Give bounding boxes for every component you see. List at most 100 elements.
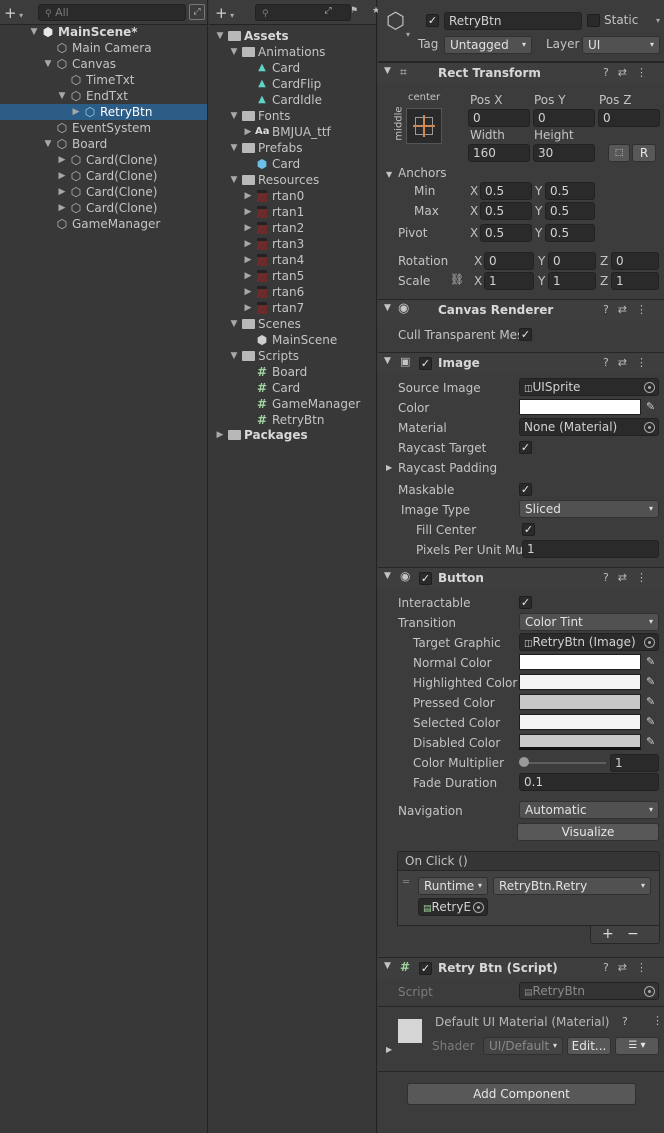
create-button[interactable]: + ▾ (4, 4, 23, 22)
add-component-button[interactable]: Add Component (407, 1083, 636, 1105)
anchor-max-y-field[interactable]: 0.5 (545, 202, 595, 220)
function-dropdown[interactable]: RetryBtn.Retry ▾ (493, 877, 651, 895)
fade-duration-field[interactable]: 0.1 (519, 773, 659, 791)
project-item[interactable]: ▶ Packages (209, 427, 376, 443)
foldout-arrow-icon[interactable]: ▶ (243, 300, 253, 316)
static-checkbox[interactable] (587, 14, 600, 27)
foldout-arrow-icon[interactable]: ▼ (229, 140, 239, 156)
anchor-max-x-field[interactable]: 0.5 (480, 202, 532, 220)
project-item[interactable]: # Card (209, 380, 376, 396)
hierarchy-item[interactable]: ▶ ⬡ Card(Clone) (0, 200, 207, 216)
canvas-renderer-header[interactable]: ▼ ◉ Canvas Renderer ?⇄⋮ (378, 299, 664, 321)
component-menu-icons[interactable]: ?⇄⋮ (603, 66, 656, 79)
object-picker-icon[interactable] (644, 422, 655, 433)
object-picker-icon[interactable] (644, 986, 655, 997)
foldout-arrow-icon[interactable]: ▶ (243, 252, 253, 268)
hierarchy-item[interactable]: ▼ ⬡ EndTxt (0, 88, 207, 104)
scale-x-field[interactable]: 1 (484, 272, 534, 290)
visualize-button[interactable]: Visualize (517, 823, 659, 841)
project-item[interactable]: ▲ Card (209, 60, 376, 76)
foldout-arrow-icon[interactable]: ▶ (243, 124, 253, 140)
foldout-arrow-icon[interactable]: ▶ (243, 236, 253, 252)
drag-handle-icon[interactable]: ═ (403, 877, 409, 888)
navigation-dropdown[interactable]: Automatic ▾ (519, 801, 659, 819)
active-checkbox[interactable]: ✓ (426, 14, 439, 27)
blueprint-mode-button[interactable]: ⬚ (608, 144, 630, 162)
foldout-arrow-icon[interactable]: ▼ (229, 348, 239, 364)
static-dropdown-icon[interactable]: ▾ (656, 16, 660, 25)
shader-options-button[interactable]: ☰ ▾ (615, 1037, 659, 1055)
pivot-x-field[interactable]: 0.5 (480, 224, 532, 242)
material-field[interactable]: None (Material) (519, 418, 659, 436)
foldout-arrow-icon[interactable]: ▶ (243, 268, 253, 284)
object-picker-icon[interactable] (644, 382, 655, 393)
project-item[interactable]: # GameManager (209, 396, 376, 412)
raw-edit-button[interactable]: R (632, 144, 656, 162)
object-name-field[interactable]: RetryBtn (444, 12, 582, 30)
width-field[interactable]: 160 (468, 144, 530, 162)
project-item[interactable]: ▼ Scripts (209, 348, 376, 364)
foldout-arrow-icon[interactable]: ▶ (57, 184, 67, 200)
raycast-target-checkbox[interactable]: ✓ (519, 441, 532, 454)
project-item[interactable]: ▼ Scenes (209, 316, 376, 332)
height-field[interactable]: 30 (533, 144, 595, 162)
hierarchy-item[interactable]: ⬡ TimeTxt (0, 72, 207, 88)
eyedropper-icon[interactable]: ✎ (646, 675, 655, 688)
rect-transform-header[interactable]: ▼ ⌗ Rect Transform ?⇄⋮ (378, 62, 664, 84)
pressed-color-swatch[interactable] (519, 694, 641, 710)
anchors-foldout-icon[interactable]: ▼ (386, 170, 392, 179)
project-item[interactable]: ▲ CardFlip (209, 76, 376, 92)
tag-dropdown[interactable]: Untagged ▾ (444, 36, 532, 54)
hierarchy-item[interactable]: ▼ ⬢ MainScene* (0, 24, 207, 40)
foldout-arrow-icon[interactable]: ▼ (384, 303, 391, 313)
foldout-arrow-icon[interactable]: ▶ (215, 427, 225, 443)
project-item[interactable]: ⬢ MainScene (209, 332, 376, 348)
project-item[interactable]: ▶ rtan4 (209, 252, 376, 268)
object-picker-icon[interactable] (644, 637, 655, 648)
pivot-y-field[interactable]: 0.5 (545, 224, 595, 242)
foldout-arrow-icon[interactable]: ▶ (57, 168, 67, 184)
hierarchy-item[interactable]: ▶ ⬡ Card(Clone) (0, 184, 207, 200)
hierarchy-item[interactable]: ▶ ⬡ Card(Clone) (0, 168, 207, 184)
rot-z-field[interactable]: 0 (611, 252, 659, 270)
eyedropper-icon[interactable]: ✎ (646, 735, 655, 748)
project-search-input[interactable]: ⚲ (255, 4, 351, 21)
project-item[interactable]: ▶ Aa BMJUA_ttf (209, 124, 376, 140)
eyedropper-icon[interactable]: ✎ (646, 400, 655, 413)
hierarchy-item[interactable]: ⬡ EventSystem (0, 120, 207, 136)
pos-x-field[interactable]: 0 (468, 109, 530, 127)
retry-script-header[interactable]: ▼ # ✓ Retry Btn (Script) ?⇄⋮ (378, 957, 664, 979)
layer-dropdown[interactable]: UI ▾ (582, 36, 660, 54)
object-picker-icon[interactable] (473, 902, 484, 913)
multiplier-slider-track[interactable] (524, 762, 606, 764)
edit-shader-button[interactable]: Edit... (567, 1037, 611, 1055)
component-menu-icons[interactable]: ?⇄⋮ (603, 303, 656, 316)
project-item[interactable]: ▼ Fonts (209, 108, 376, 124)
project-item[interactable]: ⬢ Card (209, 156, 376, 172)
image-enabled-checkbox[interactable]: ✓ (419, 357, 432, 370)
maskable-checkbox[interactable]: ✓ (519, 483, 532, 496)
remove-event-button[interactable]: − (627, 926, 639, 942)
foldout-arrow-icon[interactable]: ▼ (57, 88, 67, 104)
component-menu-icons[interactable]: ?⇄⋮ (603, 356, 656, 369)
runtime-dropdown[interactable]: Runtime ▾ (418, 877, 488, 895)
hierarchy-search-input[interactable]: ⚲ All (38, 4, 186, 21)
shader-dropdown[interactable]: UI/Default ▾ (483, 1037, 563, 1055)
button-header[interactable]: ▼ ◉ ✓ Button ?⇄⋮ (378, 567, 664, 589)
project-item[interactable]: ▼ Assets (209, 28, 376, 44)
disabled-color-swatch[interactable] (519, 734, 641, 750)
project-item[interactable]: ▶ rtan7 (209, 300, 376, 316)
project-create-button[interactable]: + ▾ (215, 4, 234, 22)
foldout-arrow-icon[interactable]: ▼ (43, 56, 53, 72)
pixels-per-unit-field[interactable]: 1 (522, 540, 659, 558)
target-graphic-field[interactable]: ◫RetryBtn (Image) (519, 633, 659, 651)
foldout-arrow-icon[interactable]: ▶ (57, 152, 67, 168)
hierarchy-item[interactable]: ▼ ⬡ Board (0, 136, 207, 152)
color-swatch[interactable] (519, 399, 641, 415)
component-menu-icons[interactable]: ?⇄⋮ (603, 961, 656, 974)
image-type-dropdown[interactable]: Sliced ▾ (519, 500, 659, 518)
selected-color-swatch[interactable] (519, 714, 641, 730)
foldout-arrow-icon[interactable]: ▶ (243, 284, 253, 300)
normal-color-swatch[interactable] (519, 654, 641, 670)
script-enabled-checkbox[interactable]: ✓ (419, 962, 432, 975)
